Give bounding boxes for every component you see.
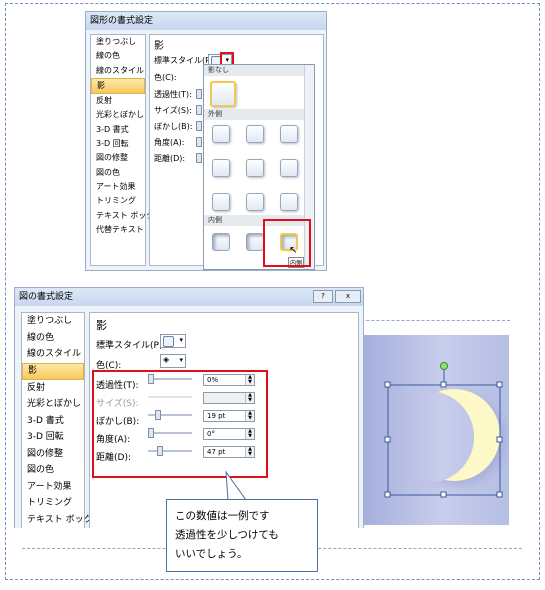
category-item[interactable]: テキスト ボックス (22, 512, 101, 529)
category-item[interactable]: 図の修整 (22, 446, 84, 463)
category-item[interactable]: 線の色 (22, 330, 84, 347)
callout-note: この数値は一例です 透過性を少しつけても いいでしょう。 (166, 499, 318, 572)
category-item[interactable]: アート効果 (91, 180, 145, 194)
color-dropdown[interactable]: ◈ ▾ (160, 354, 186, 368)
callout-line: いいでしょう。 (175, 548, 248, 560)
category-item[interactable]: トリミング (91, 194, 145, 208)
shadow-preset-icon (163, 336, 174, 347)
shadow-inner-tile[interactable] (246, 233, 264, 251)
paint-bucket-icon: ◈ (163, 355, 170, 364)
chevron-down-icon[interactable]: ▾ (179, 336, 183, 345)
category-item[interactable]: 線のスタイル (91, 64, 145, 78)
shadow-none-tile[interactable] (210, 81, 236, 107)
angle-slider[interactable] (196, 137, 202, 147)
distance-slider[interactable] (196, 153, 202, 163)
shadow-inner-tile[interactable] (212, 233, 230, 251)
mouse-cursor-icon: ↖ (289, 245, 298, 256)
callout-line: 透過性を少しつけても (175, 529, 279, 541)
distance-label: 距離(D): (154, 154, 186, 163)
category-item[interactable]: 線のスタイル (22, 346, 84, 363)
category-item[interactable]: 代替テキスト (91, 223, 145, 237)
shadow-outer-tile[interactable] (280, 193, 298, 211)
close-button[interactable]: x (335, 290, 361, 303)
angle-label: 角度(A): (154, 138, 185, 147)
dialog-title: 図形の書式設定 (86, 12, 326, 30)
category-item[interactable]: 3-D 回転 (22, 429, 84, 446)
shadow-outer-tile[interactable] (212, 125, 230, 143)
chevron-down-icon[interactable]: ▾ (179, 356, 183, 365)
category-item[interactable]: 反射 (22, 380, 84, 397)
category-item[interactable]: 図の修整 (91, 151, 145, 165)
shadow-outer-tile[interactable] (212, 193, 230, 211)
category-item[interactable]: 図の色 (22, 462, 84, 479)
category-item[interactable]: 反射 (91, 94, 145, 108)
shadow-outer-tile[interactable] (280, 125, 298, 143)
section-heading: 影 (154, 41, 164, 52)
help-button[interactable]: ? (313, 290, 333, 303)
category-item-selected[interactable]: 影 (22, 362, 84, 380)
blur-label: ぼかし(B): (154, 122, 193, 131)
shadow-outer-tile[interactable] (246, 193, 264, 211)
size-slider[interactable] (196, 105, 202, 115)
category-item[interactable]: 3-D 書式 (22, 413, 84, 430)
preset-dropdown[interactable]: ▾ (160, 334, 186, 348)
category-item[interactable]: 塗りつぶし (22, 313, 84, 330)
size-label: サイズ(S): (154, 106, 192, 115)
moon-picture (362, 335, 509, 525)
callout-line: この数値は一例です (175, 510, 270, 522)
category-item[interactable]: 図の色 (91, 166, 145, 180)
shadow-outer-tile[interactable] (246, 159, 264, 177)
transparency-label: 透過性(T): (154, 90, 192, 99)
group-header-outer: 外側 (204, 109, 308, 120)
shadow-outer-tile[interactable] (246, 125, 264, 143)
preset-label: 標準スタイル(P): (96, 341, 166, 351)
category-item[interactable]: 3-D 回転 (91, 137, 145, 151)
category-item[interactable]: 光彩とぼかし (22, 396, 84, 413)
color-label: 色(C): (154, 73, 177, 82)
dialog-title: 図の書式設定 (15, 288, 363, 306)
blur-slider[interactable] (196, 121, 202, 131)
category-item[interactable]: 3-D 書式 (91, 123, 145, 137)
category-item[interactable]: テキスト ボックス (91, 209, 162, 223)
section-heading: 影 (96, 319, 107, 332)
group-header-none: 影なし (204, 65, 314, 76)
category-item[interactable]: 塗りつぶし (91, 35, 145, 49)
transparency-slider[interactable] (196, 89, 202, 99)
category-item[interactable]: アート効果 (22, 479, 84, 496)
category-list: 塗りつぶし 線の色 線のスタイル 影 反射 光彩とぼかし 3-D 書式 3-D … (21, 312, 101, 529)
moon-crescent-icon (384, 362, 503, 498)
category-item[interactable]: 光彩とぼかし (91, 108, 145, 122)
callout-pointer (225, 470, 247, 501)
category-item-selected[interactable]: 影 (91, 77, 145, 95)
category-item[interactable]: 線の色 (91, 49, 145, 63)
highlight-box-settings (92, 370, 268, 478)
highlight-box-inner-shadow (263, 219, 311, 267)
category-list: 塗りつぶし 線の色 線のスタイル 影 反射 光彩とぼかし 3-D 書式 3-D … (90, 34, 162, 266)
category-item[interactable]: トリミング (22, 495, 84, 512)
shadow-outer-tile[interactable] (212, 159, 230, 177)
shadow-outer-tile[interactable] (280, 159, 298, 177)
